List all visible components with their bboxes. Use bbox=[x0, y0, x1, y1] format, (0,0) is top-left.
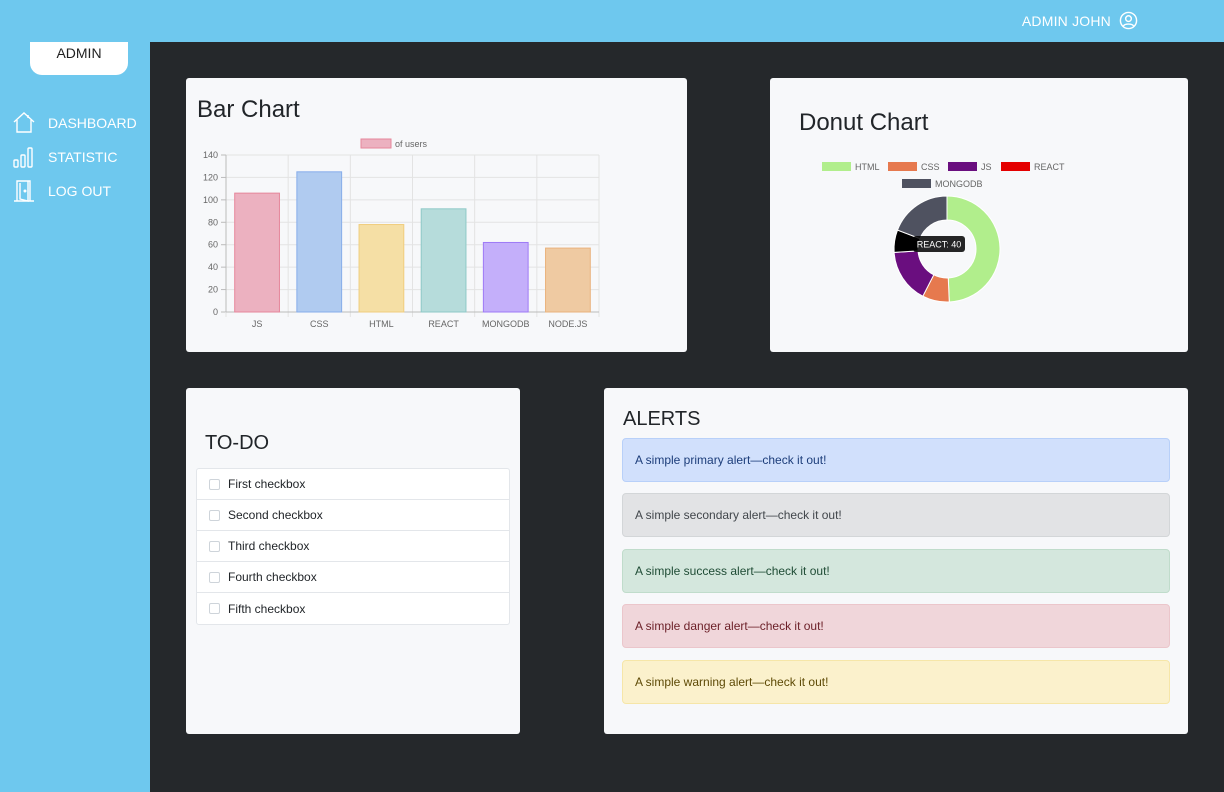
sidebar-item-logout[interactable]: LOG OUT bbox=[12, 174, 137, 208]
bar-css bbox=[296, 171, 343, 313]
checkbox[interactable] bbox=[209, 603, 220, 614]
user-name: ADMIN JOHN bbox=[1021, 12, 1111, 29]
legend-swatch-css bbox=[888, 162, 917, 171]
sidebar-item-dashboard[interactable]: DASHBOARD bbox=[12, 106, 137, 140]
sidebar: ADMIN DASHBOARD STATISTIC LOG OUT bbox=[0, 0, 150, 792]
alert-text: A simple warning alert—check it out! bbox=[635, 675, 829, 689]
slice-mongodb bbox=[896, 195, 948, 240]
x-tick-label: JS bbox=[252, 319, 263, 329]
y-tick-label: 80 bbox=[208, 217, 218, 227]
todo-label: Fourth checkbox bbox=[228, 570, 317, 584]
todo-item[interactable]: Fourth checkbox bbox=[197, 562, 509, 593]
x-tick-label: HTML bbox=[369, 319, 394, 329]
home-icon bbox=[13, 112, 35, 133]
todo-card: TO-DO First checkbox Second checkbox Thi… bbox=[186, 388, 520, 734]
todo-list: First checkbox Second checkbox Third che… bbox=[196, 468, 510, 625]
topbar: ADMIN JOHN bbox=[0, 0, 1224, 42]
checkbox[interactable] bbox=[209, 509, 220, 521]
sidebar-item-label: STATISTIC bbox=[48, 149, 118, 165]
legend-swatch-js bbox=[948, 162, 977, 171]
tooltip-text: REACT: 40 bbox=[917, 240, 962, 250]
brand-label: ADMIN bbox=[56, 44, 102, 61]
checkbox[interactable] bbox=[209, 478, 220, 490]
sidebar-item-label: LOG OUT bbox=[48, 183, 112, 199]
alerts-card: ALERTS A simple primary alert—check it o… bbox=[604, 388, 1188, 734]
legend-swatch-html bbox=[822, 162, 851, 171]
x-tick-label: REACT bbox=[428, 319, 459, 329]
alert-success: A simple success alert—check it out! bbox=[622, 549, 1170, 593]
y-tick-label: 140 bbox=[203, 150, 218, 160]
sidebar-item-statistic[interactable]: STATISTIC bbox=[12, 140, 137, 174]
bar-nodejs bbox=[545, 247, 591, 313]
alert-text: A simple secondary alert—check it out! bbox=[635, 508, 842, 522]
user-menu[interactable]: ADMIN JOHN bbox=[1022, 11, 1138, 30]
legend-label: REACT bbox=[1034, 162, 1065, 172]
legend-label: CSS bbox=[921, 162, 940, 172]
todo-title: TO-DO bbox=[205, 432, 270, 454]
legend-label: MONGODB bbox=[935, 179, 983, 189]
legend-label: of users bbox=[395, 139, 428, 149]
checkbox[interactable] bbox=[209, 540, 220, 552]
alert-text: A simple success alert—check it out! bbox=[635, 564, 830, 578]
bar-js bbox=[234, 192, 280, 313]
donut-chart: HTML CSS JS REACT MONGODB REACT: 40 bbox=[822, 162, 1065, 303]
alert-primary: A simple primary alert—check it out! bbox=[622, 438, 1170, 482]
bar-chart-card: Bar Chart 0 20 40 60 80 100 120 140 JS CSS HTML REA… bbox=[186, 78, 687, 352]
y-tick-label: 40 bbox=[208, 262, 218, 272]
legend-swatch-mongodb bbox=[902, 179, 931, 188]
legend-label: HTML bbox=[855, 162, 880, 172]
y-tick-label: 100 bbox=[203, 195, 218, 205]
todo-item[interactable]: First checkbox bbox=[197, 469, 509, 500]
x-tick-label: NODE.JS bbox=[548, 319, 587, 329]
stats-icon bbox=[13, 147, 33, 168]
todo-item[interactable]: Second checkbox bbox=[197, 500, 509, 531]
checkbox[interactable] bbox=[209, 571, 220, 583]
x-tick-label: CSS bbox=[310, 319, 329, 329]
sidebar-nav: DASHBOARD STATISTIC LOG OUT bbox=[12, 106, 137, 208]
alert-text: A simple primary alert—check it out! bbox=[635, 453, 827, 467]
y-tick-label: 20 bbox=[208, 285, 218, 295]
y-tick-label: 60 bbox=[208, 240, 218, 250]
x-tick-label: MONGODB bbox=[482, 319, 530, 329]
bar-html bbox=[358, 224, 405, 313]
todo-label: Third checkbox bbox=[228, 539, 310, 553]
user-avatar-icon bbox=[1119, 11, 1138, 30]
alerts-title: ALERTS bbox=[623, 408, 701, 430]
sidebar-item-label: DASHBOARD bbox=[48, 115, 137, 131]
alert-secondary: A simple secondary alert—check it out! bbox=[622, 493, 1170, 537]
todo-label: First checkbox bbox=[228, 477, 306, 491]
legend-swatch bbox=[360, 138, 392, 149]
todo-label: Second checkbox bbox=[228, 508, 323, 522]
bar-mongodb bbox=[482, 241, 529, 313]
legend-label: JS bbox=[981, 162, 992, 172]
todo-item[interactable]: Third checkbox bbox=[197, 531, 509, 562]
alert-warning: A simple warning alert—check it out! bbox=[622, 660, 1170, 704]
bar-react bbox=[420, 208, 467, 313]
bar-chart: 0 20 40 60 80 100 120 140 JS CSS HTML REACT MONGODB N… bbox=[203, 138, 600, 329]
door-icon bbox=[14, 180, 34, 202]
y-tick-label: 0 bbox=[213, 307, 218, 317]
legend-swatch-react bbox=[1001, 162, 1030, 171]
todo-item[interactable]: Fifth checkbox bbox=[197, 593, 509, 624]
todo-label: Fifth checkbox bbox=[228, 601, 306, 616]
y-tick-label: 120 bbox=[203, 172, 218, 182]
donut-chart-card: Donut Chart HTML CSS JS REACT MONGODB REACT: … bbox=[770, 78, 1188, 352]
alert-text: A simple danger alert—check it out! bbox=[635, 619, 824, 633]
donut-tooltip: REACT: 40 bbox=[913, 236, 965, 252]
alert-danger: A simple danger alert—check it out! bbox=[622, 604, 1170, 648]
